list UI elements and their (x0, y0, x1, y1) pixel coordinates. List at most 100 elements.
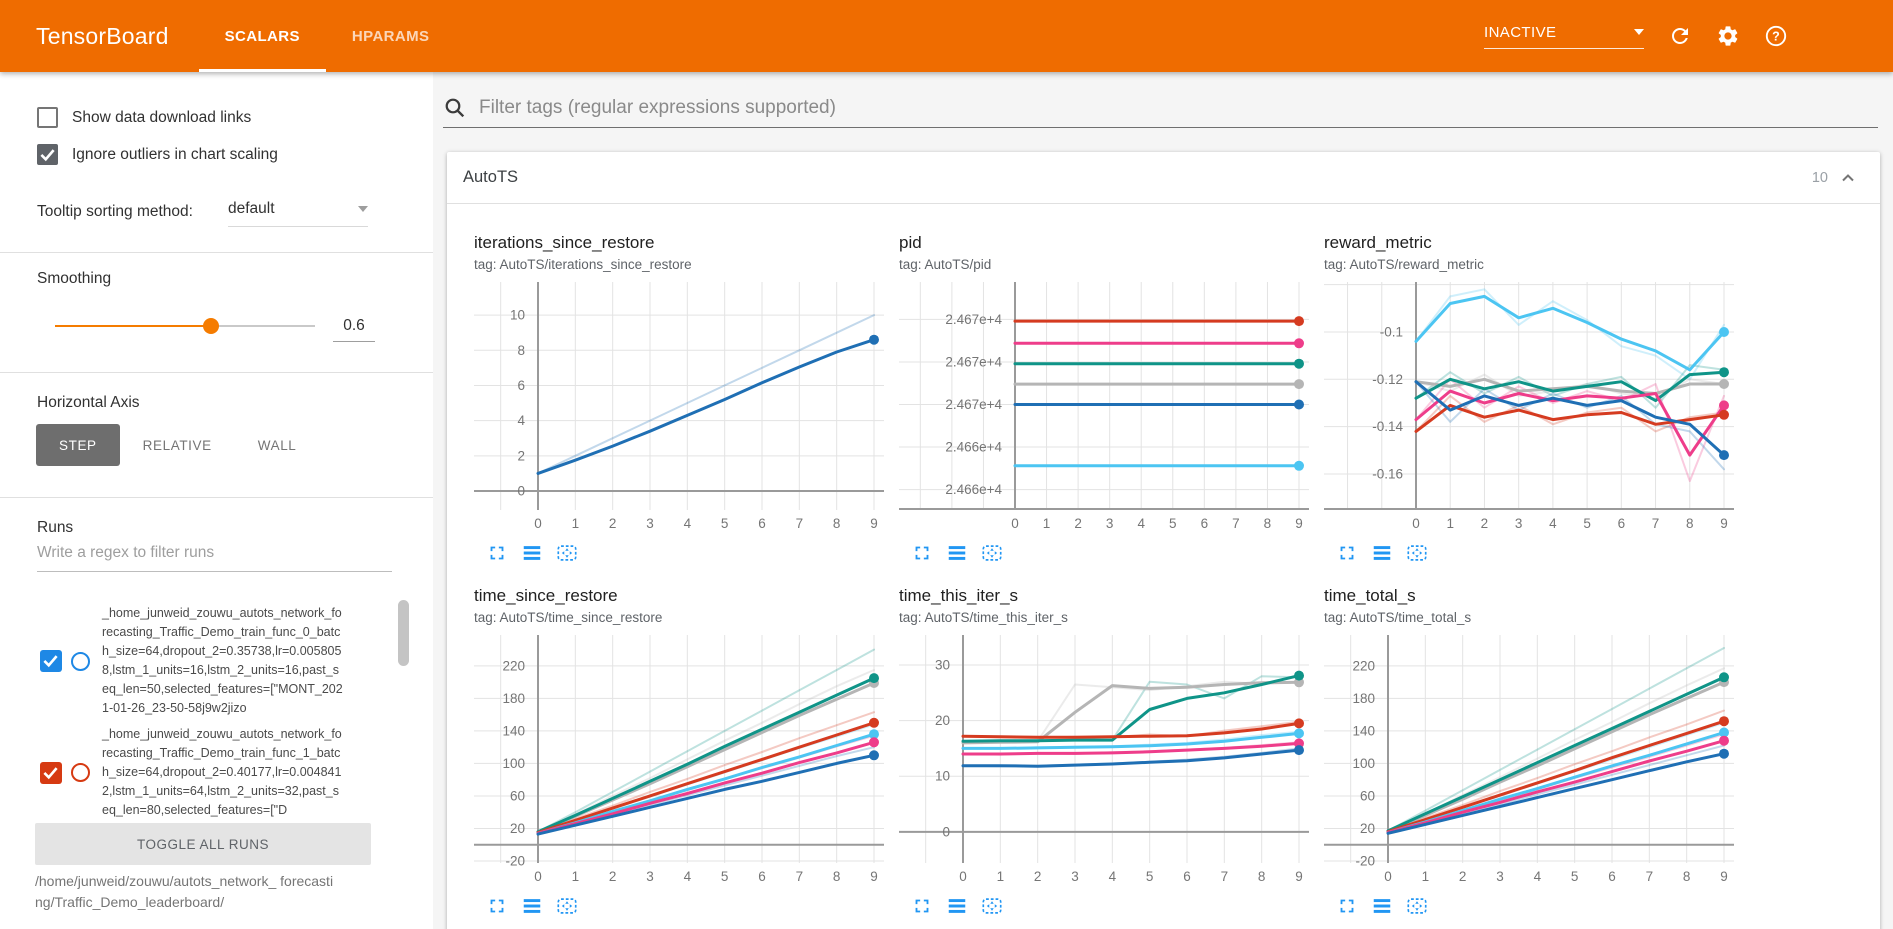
chart-card-iterations_since_restore: iterations_since_restoretag: AutoTS/iter… (460, 232, 872, 564)
x-tick-label: 6 (1183, 869, 1191, 884)
x-tick-label: 4 (1109, 869, 1117, 884)
x-tick-label: 6 (1608, 869, 1616, 884)
fullscreen-icon[interactable] (1336, 542, 1358, 564)
series-red (1388, 721, 1724, 832)
chart-plot-time_this_iter_s[interactable]: 30201000123456789 (899, 635, 1309, 887)
chart-title: reward_metric (1324, 232, 1722, 253)
gear-icon[interactable] (1716, 24, 1740, 48)
axis-option-relative[interactable]: RELATIVE (120, 424, 235, 466)
autots-card-header[interactable]: AutoTS 10 (447, 152, 1880, 204)
x-tick-label: 2 (1459, 869, 1467, 884)
y-tick-label: 2.467e+4 (945, 397, 1002, 412)
refresh-icon[interactable] (1668, 24, 1692, 48)
tab-hparams[interactable]: HPARAMS (326, 0, 456, 72)
checkbox-icon[interactable] (37, 144, 58, 165)
fit-domain-icon[interactable] (556, 542, 578, 564)
fullscreen-icon[interactable] (911, 542, 933, 564)
chart-plot-reward_metric[interactable]: -0.1-0.12-0.14-0.160123456789 (1324, 282, 1734, 534)
chart-tag: tag: AutoTS/time_since_restore (474, 609, 872, 626)
series-endpoint-teal (869, 673, 879, 683)
y-tick-label: 100 (502, 756, 525, 771)
series-endpoint-blue (869, 750, 879, 760)
data-series-icon[interactable] (1371, 542, 1393, 564)
x-tick-label: 6 (1618, 516, 1626, 531)
tooltip-sorting-dropdown[interactable]: default (228, 200, 368, 227)
x-tick-label: 6 (758, 869, 766, 884)
series-endpoint-red (869, 718, 879, 728)
series-endpoint-cyan (1294, 461, 1304, 471)
y-tick-label: 220 (1352, 658, 1375, 673)
data-series-icon[interactable] (521, 895, 543, 917)
checkbox-icon[interactable] (37, 107, 58, 128)
checkbox-row[interactable]: Show data download links (37, 107, 251, 128)
smoothing-value[interactable]: 0.6 (333, 317, 375, 342)
series-blue (1388, 754, 1724, 834)
chevron-up-icon[interactable] (1836, 166, 1860, 190)
y-tick-label: 2.467e+4 (945, 312, 1002, 327)
x-tick-label: 1 (572, 516, 580, 531)
checkbox-row[interactable]: Ignore outliers in chart scaling (37, 144, 278, 165)
smoothing-slider-thumb[interactable] (203, 318, 219, 334)
fit-domain-icon[interactable] (981, 542, 1003, 564)
series-cyan-raw (1416, 289, 1724, 379)
series-endpoint-pink (1719, 736, 1729, 746)
run-item[interactable]: _home_junweid_zouwu_autots_network_forec… (0, 604, 420, 718)
smoothing-slider[interactable] (55, 325, 315, 327)
fullscreen-icon[interactable] (486, 895, 508, 917)
runs-scrollbar[interactable] (398, 600, 409, 666)
run-radio[interactable] (71, 652, 90, 671)
run-checkbox[interactable] (40, 762, 62, 784)
data-series-icon[interactable] (521, 542, 543, 564)
series-endpoint-gray (1294, 379, 1304, 389)
chevron-down-icon (1634, 29, 1644, 35)
runs-list: _home_junweid_zouwu_autots_network_forec… (0, 604, 420, 821)
tab-scalars[interactable]: SCALARS (199, 0, 326, 72)
help-icon[interactable]: ? (1764, 24, 1788, 48)
run-checkbox[interactable] (40, 650, 62, 672)
run-item[interactable]: _home_junweid_zouwu_autots_network_forec… (0, 725, 420, 820)
x-tick-label: 6 (1201, 516, 1209, 531)
x-tick-label: 3 (1071, 869, 1079, 884)
chart-plot-pid[interactable]: 2.467e+42.467e+42.467e+42.466e+42.466e+4… (899, 282, 1309, 534)
series-endpoint-red (1294, 316, 1304, 326)
x-tick-label: 1 (572, 869, 580, 884)
y-tick-label: 20 (935, 713, 950, 728)
fit-domain-icon[interactable] (1406, 542, 1428, 564)
chart-tag: tag: AutoTS/time_this_iter_s (899, 609, 1297, 626)
x-tick-label: 8 (833, 869, 841, 884)
x-tick-label: 3 (1515, 516, 1523, 531)
series-endpoint-teal (1294, 671, 1304, 681)
runs-filter-input[interactable] (37, 544, 392, 572)
axis-option-step[interactable]: STEP (36, 424, 120, 466)
series-blue-raw (538, 315, 874, 473)
status-dropdown[interactable]: INACTIVE (1484, 24, 1644, 49)
y-tick-label: 2 (517, 448, 525, 463)
fit-domain-icon[interactable] (556, 895, 578, 917)
axis-option-wall[interactable]: WALL (235, 424, 320, 466)
fit-domain-icon[interactable] (1406, 895, 1428, 917)
data-series-icon[interactable] (946, 542, 968, 564)
series-endpoint-red (1294, 718, 1304, 728)
toggle-all-runs-button[interactable]: TOGGLE ALL RUNS (35, 823, 371, 865)
fullscreen-icon[interactable] (911, 895, 933, 917)
chart-plot-iterations_since_restore[interactable]: 10864200123456789 (474, 282, 884, 534)
x-tick-label: 5 (1169, 516, 1177, 531)
fullscreen-icon[interactable] (486, 542, 508, 564)
fit-domain-icon[interactable] (981, 895, 1003, 917)
y-tick-label: 10 (935, 769, 950, 784)
data-series-icon[interactable] (946, 895, 968, 917)
data-series-icon[interactable] (1371, 895, 1393, 917)
chart-plot-time_total_s[interactable]: 2201801401006020-200123456789 (1324, 635, 1734, 887)
fullscreen-icon[interactable] (1336, 895, 1358, 917)
series-endpoint-blue (1294, 400, 1304, 410)
run-name: _home_junweid_zouwu_autots_network_forec… (102, 725, 345, 820)
run-radio[interactable] (71, 763, 90, 782)
chart-plot-time_since_restore[interactable]: 2201801401006020-200123456789 (474, 635, 884, 887)
filter-tags-input[interactable] (479, 97, 1878, 119)
chart-card-time_this_iter_s: time_this_iter_stag: AutoTS/time_this_it… (885, 585, 1297, 917)
y-tick-label: -0.14 (1372, 419, 1403, 434)
x-tick-label: 9 (1720, 869, 1728, 884)
check-icon (37, 144, 58, 165)
series-blue-smoothed (538, 340, 874, 474)
series-cyan (1388, 733, 1724, 833)
